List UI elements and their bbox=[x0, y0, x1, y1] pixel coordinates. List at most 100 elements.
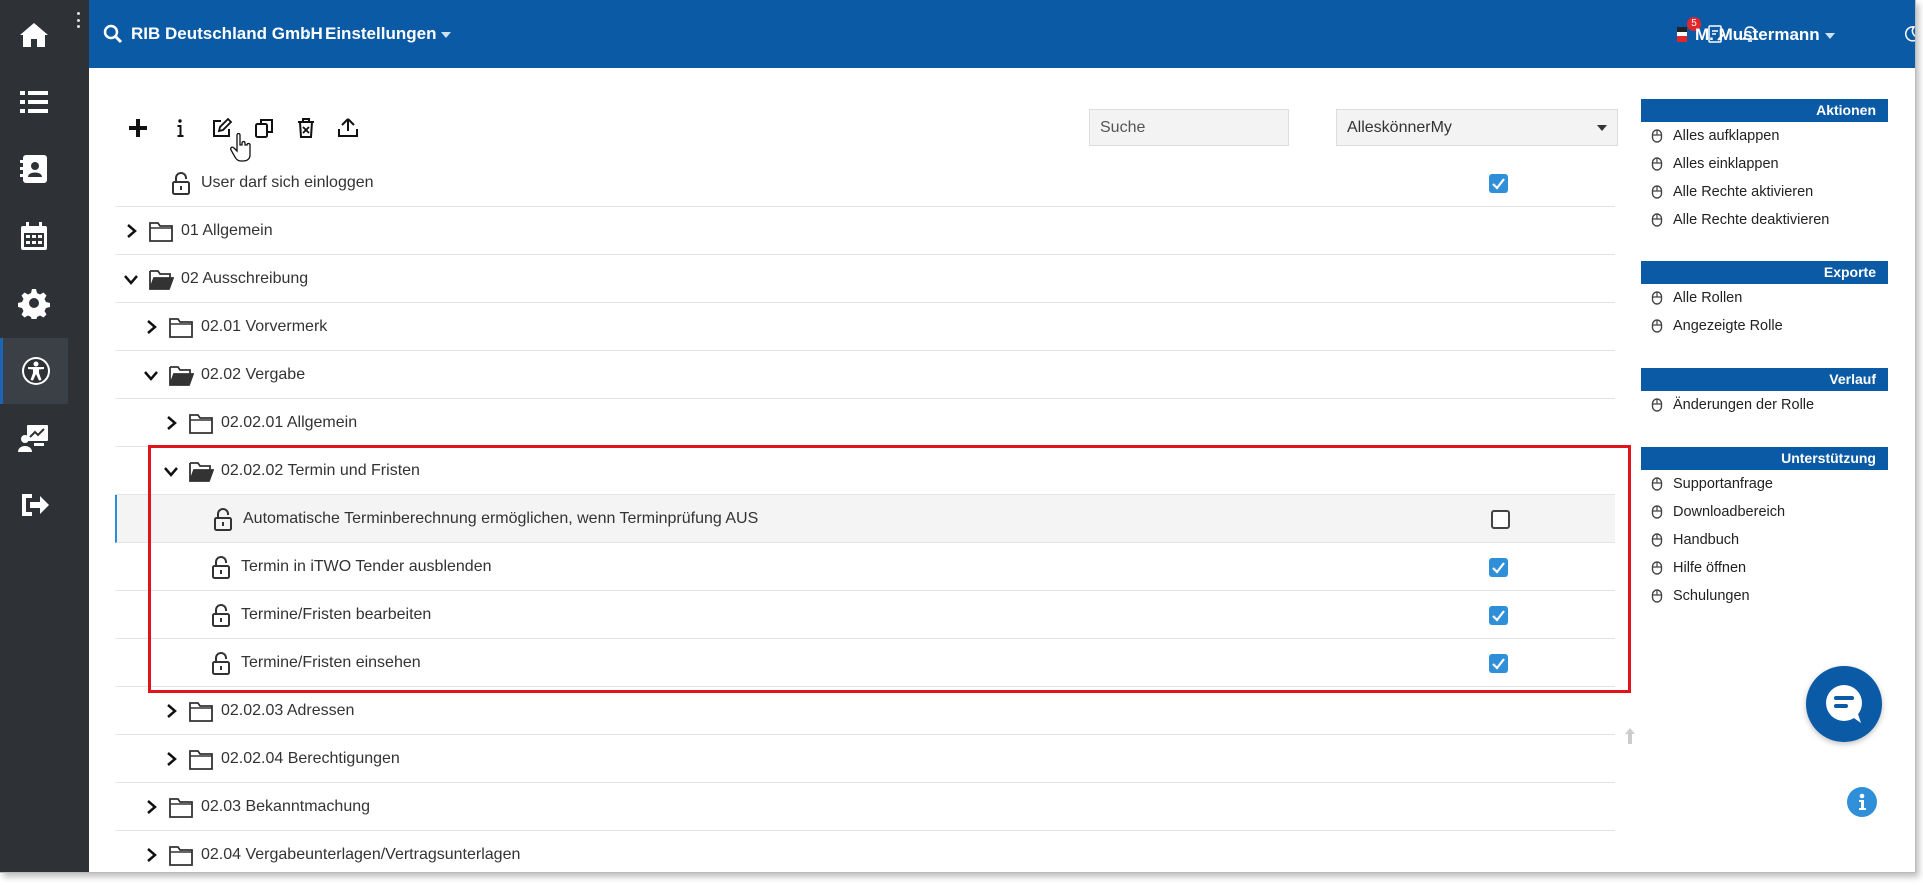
chat-bubble-icon bbox=[1826, 685, 1862, 723]
sidebar-item-presentation[interactable] bbox=[0, 405, 68, 471]
mouse-icon bbox=[1651, 129, 1663, 143]
checkmark-icon bbox=[1492, 610, 1505, 622]
sidebar-item-home[interactable] bbox=[0, 2, 68, 68]
chevron-down-icon[interactable] bbox=[122, 270, 140, 288]
home-icon bbox=[20, 23, 48, 47]
sidebar-item-settings[interactable] bbox=[0, 270, 68, 336]
search-input[interactable] bbox=[1089, 109, 1289, 146]
dark-mode-moon-icon[interactable] bbox=[1902, 24, 1916, 44]
support-link[interactable]: Handbuch bbox=[1641, 526, 1888, 554]
folder-row[interactable]: 02.02.04 Berechtigungen bbox=[115, 735, 1615, 783]
export-link[interactable]: Angezeigte Rolle bbox=[1641, 312, 1888, 340]
folder-row[interactable]: 02 Ausschreibung bbox=[115, 255, 1615, 303]
sidebar-toggle-strip[interactable] bbox=[68, 0, 89, 872]
folder-row[interactable]: 02.02.03 Adressen bbox=[115, 687, 1615, 735]
chevron-right-icon[interactable] bbox=[142, 318, 160, 336]
folder-row[interactable]: 02.02 Vergabe bbox=[115, 351, 1615, 399]
folder-row[interactable]: 02.02.01 Allgemein bbox=[115, 399, 1615, 447]
link-label: Downloadbereich bbox=[1673, 504, 1786, 520]
add-button[interactable] bbox=[124, 114, 152, 142]
action-link[interactable]: Alles aufklappen bbox=[1641, 122, 1888, 150]
presentation-icon bbox=[18, 425, 48, 452]
more-vertical-icon[interactable] bbox=[77, 12, 81, 28]
panel-verlauf: Verlauf Änderungen der Rolle bbox=[1641, 368, 1888, 419]
chevron-down-icon[interactable] bbox=[142, 366, 160, 384]
mouse-icon bbox=[1651, 319, 1663, 333]
user-name: M. Mustermann bbox=[1695, 25, 1820, 44]
breadcrumb-company[interactable]: RIB Deutschland GmbH bbox=[131, 24, 323, 44]
export-button[interactable] bbox=[334, 114, 362, 142]
folder-row[interactable]: 01 Allgemein bbox=[115, 207, 1615, 255]
action-link[interactable]: Alles einklappen bbox=[1641, 150, 1888, 178]
scroll-to-top-arrow-icon[interactable] bbox=[1622, 726, 1638, 746]
folder-icon bbox=[189, 414, 213, 434]
role-select[interactable]: AlleskönnerMy bbox=[1336, 109, 1618, 146]
lock-icon bbox=[214, 508, 232, 531]
folder-row[interactable]: 02.01 Vorvermerk bbox=[115, 303, 1615, 351]
sidebar-item-logout[interactable] bbox=[0, 472, 68, 538]
permission-checkbox[interactable] bbox=[1489, 654, 1508, 673]
support-link[interactable]: Schulungen bbox=[1641, 582, 1888, 610]
user-menu[interactable]: M. Mustermann bbox=[1695, 25, 1835, 45]
chevron-right-icon[interactable] bbox=[142, 846, 160, 864]
permission-checkbox[interactable] bbox=[1489, 558, 1508, 577]
action-link[interactable]: Alle Rechte deaktivieren bbox=[1641, 206, 1888, 234]
app-window: RIB Deutschland GmbH › Einstellungen 5 M… bbox=[0, 0, 1916, 873]
permission-row[interactable]: Termine/Fristen bearbeiten bbox=[115, 591, 1615, 639]
info-button[interactable] bbox=[166, 114, 194, 142]
list-icon bbox=[20, 91, 48, 113]
link-label: Alle Rollen bbox=[1673, 290, 1743, 306]
chevron-right-icon[interactable] bbox=[122, 222, 140, 240]
support-link[interactable]: Downloadbereich bbox=[1641, 498, 1888, 526]
export-link[interactable]: Alle Rollen bbox=[1641, 284, 1888, 312]
chevron-down-icon bbox=[1824, 32, 1835, 39]
permission-row[interactable]: Termine/Fristen einsehen bbox=[115, 639, 1615, 687]
checkmark-icon bbox=[1492, 562, 1505, 574]
tree-item-label: Automatische Terminberechnung ermögliche… bbox=[243, 510, 759, 527]
mouse-icon bbox=[1651, 213, 1663, 227]
panel-title: Aktionen bbox=[1641, 99, 1888, 122]
chevron-down-icon[interactable] bbox=[162, 462, 180, 480]
folder-row[interactable]: 02.02.02 Termin und Fristen bbox=[115, 447, 1615, 495]
folder-row[interactable]: 02.03 Bekanntmachung bbox=[115, 783, 1615, 831]
chevron-right-icon[interactable] bbox=[162, 702, 180, 720]
folder-icon bbox=[189, 750, 213, 770]
chat-button[interactable] bbox=[1806, 666, 1882, 742]
folder-icon bbox=[169, 318, 193, 338]
chevron-right-icon[interactable] bbox=[162, 414, 180, 432]
panel-title: Verlauf bbox=[1641, 368, 1888, 391]
delete-button[interactable] bbox=[292, 114, 320, 142]
permission-row[interactable]: Automatische Terminberechnung ermögliche… bbox=[115, 495, 1615, 543]
mouse-icon bbox=[1651, 291, 1663, 305]
mouse-icon bbox=[1651, 505, 1663, 519]
action-link[interactable]: Alle Rechte aktivieren bbox=[1641, 178, 1888, 206]
sidebar-item-calendar[interactable] bbox=[0, 203, 68, 269]
tree-item-label: 02.03 Bekanntmachung bbox=[201, 798, 371, 815]
lock-icon bbox=[212, 604, 230, 627]
folder-open-icon bbox=[149, 270, 174, 290]
support-link[interactable]: Hilfe öffnen bbox=[1641, 554, 1888, 582]
permission-row[interactable]: Termin in iTWO Tender ausblenden bbox=[115, 543, 1615, 591]
info-help-button[interactable] bbox=[1847, 787, 1877, 817]
tree-item-label: 02.02.02 Termin und Fristen bbox=[221, 462, 420, 479]
chevron-right-icon[interactable] bbox=[142, 798, 160, 816]
folder-row[interactable]: 02.04 Vergabeunterlagen/Vertragsunterlag… bbox=[115, 831, 1615, 872]
permission-checkbox[interactable] bbox=[1489, 606, 1508, 625]
history-link[interactable]: Änderungen der Rolle bbox=[1641, 391, 1888, 419]
breadcrumb-section[interactable]: Einstellungen bbox=[325, 24, 452, 44]
accessibility-icon bbox=[21, 357, 50, 385]
contacts-icon bbox=[20, 155, 47, 183]
permission-checkbox[interactable] bbox=[1489, 174, 1508, 193]
permission-row[interactable]: User darf sich einloggen bbox=[115, 159, 1615, 207]
tree-item-label: Termine/Fristen einsehen bbox=[241, 654, 421, 671]
chevron-right-icon[interactable] bbox=[162, 750, 180, 768]
copy-button[interactable] bbox=[250, 114, 278, 142]
permission-checkbox[interactable] bbox=[1491, 510, 1510, 529]
sidebar-item-accessibility[interactable] bbox=[0, 338, 68, 404]
sidebar-item-list[interactable] bbox=[0, 69, 68, 135]
link-label: Änderungen der Rolle bbox=[1673, 397, 1815, 413]
support-link[interactable]: Supportanfrage bbox=[1641, 470, 1888, 498]
search-icon[interactable] bbox=[103, 24, 123, 44]
sidebar-item-contacts[interactable] bbox=[0, 136, 68, 202]
info-icon bbox=[177, 119, 184, 137]
